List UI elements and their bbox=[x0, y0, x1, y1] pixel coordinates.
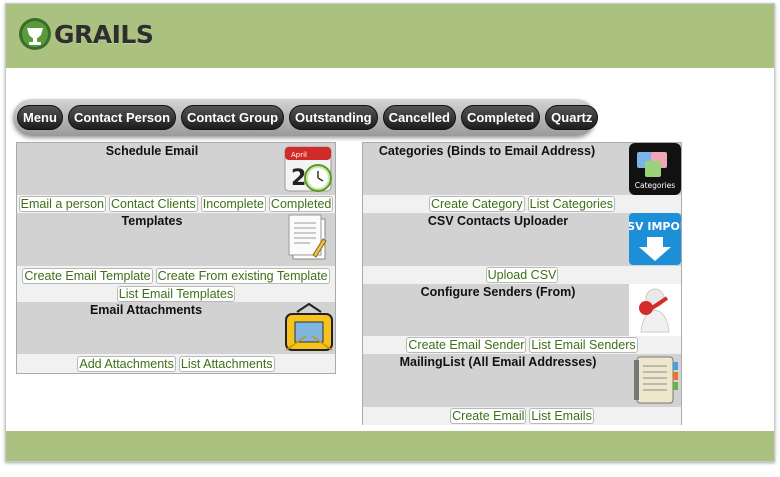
grails-cup-icon bbox=[19, 18, 51, 50]
upload-csv-link[interactable]: Upload CSV bbox=[485, 267, 559, 283]
sender-person-icon bbox=[629, 284, 681, 336]
app-frame: GRAILS Menu Contact Person Contact Group… bbox=[5, 3, 775, 462]
email-a-person-link[interactable]: Email a person bbox=[18, 196, 106, 212]
csv-uploader-section: CSV Contacts Uploader .CSV IMPORT bbox=[363, 213, 681, 266]
csv-uploader-links: Upload CSV bbox=[363, 266, 681, 284]
create-email-sender-link[interactable]: Create Email Sender bbox=[406, 337, 527, 353]
categories-section: Categories (Binds to Email Address) Cate… bbox=[363, 143, 681, 195]
mailing-list-links: Create Email List Emails bbox=[363, 407, 681, 425]
envelope-attachment-icon bbox=[285, 302, 333, 351]
create-from-existing-template-link[interactable]: Create From existing Template bbox=[155, 267, 330, 284]
nav-outstanding[interactable]: Outstanding bbox=[289, 105, 378, 130]
csv-icon-label: .CSV IMPORT bbox=[629, 220, 681, 233]
address-book-icon bbox=[634, 356, 678, 404]
email-attachments-section: Email Attachments bbox=[17, 302, 335, 354]
list-categories-link[interactable]: List Categories bbox=[527, 196, 616, 212]
categories-links: Create Category List Categories bbox=[363, 195, 681, 213]
section-title: Email Attachments bbox=[89, 303, 203, 317]
create-email-link[interactable]: Create Email bbox=[450, 408, 527, 424]
create-email-template-link[interactable]: Create Email Template bbox=[22, 267, 153, 284]
categories-icon-label: Categories bbox=[635, 181, 676, 190]
add-attachments-link[interactable]: Add Attachments bbox=[77, 355, 176, 372]
email-attachments-links: Add Attachments List Attachments bbox=[17, 354, 335, 373]
csv-import-icon: .CSV IMPORT bbox=[629, 213, 681, 265]
create-category-link[interactable]: Create Category bbox=[428, 196, 525, 212]
templates-links-row2: List Email Templates bbox=[17, 285, 335, 302]
section-title: Templates bbox=[121, 214, 183, 228]
list-emails-link[interactable]: List Emails bbox=[529, 408, 594, 424]
configure-senders-links: Create Email Sender List Email Senders bbox=[363, 336, 681, 354]
section-title: Schedule Email bbox=[105, 144, 199, 158]
section-title: Configure Senders (From) bbox=[420, 285, 576, 299]
calendar-clock-icon: April 2 bbox=[284, 146, 332, 192]
nav-quartz[interactable]: Quartz bbox=[545, 105, 599, 130]
list-email-templates-link[interactable]: List Email Templates bbox=[116, 285, 236, 302]
incomplete-link[interactable]: Incomplete bbox=[200, 196, 266, 212]
footer bbox=[6, 431, 774, 461]
section-title: MailingList (All Email Addresses) bbox=[399, 355, 597, 369]
grails-logo[interactable]: GRAILS bbox=[18, 16, 154, 52]
configure-senders-section: Configure Senders (From) bbox=[363, 284, 681, 336]
schedule-email-section: Schedule Email April 2 bbox=[17, 143, 335, 195]
nav-menu[interactable]: Menu bbox=[17, 105, 63, 130]
nav-completed[interactable]: Completed bbox=[461, 105, 541, 130]
schedule-email-links: Email a person Contact Clients Incomplet… bbox=[17, 195, 335, 213]
svg-text:April: April bbox=[291, 151, 307, 159]
templates-links-row1: Create Email Template Create From existi… bbox=[17, 266, 335, 285]
header: GRAILS bbox=[6, 4, 774, 68]
nav-contact-person[interactable]: Contact Person bbox=[67, 105, 177, 130]
left-panel: Schedule Email April 2 Email a person Co… bbox=[16, 142, 336, 374]
nav-contact-group[interactable]: Contact Group bbox=[181, 105, 285, 130]
right-panel: Categories (Binds to Email Address) Cate… bbox=[362, 142, 682, 425]
templates-section: Templates bbox=[17, 213, 335, 266]
mailing-list-section: MailingList (All Email Addresses) bbox=[363, 354, 681, 407]
main-nav: Menu Contact Person Contact Group Outsta… bbox=[13, 99, 599, 136]
contact-clients-link[interactable]: Contact Clients bbox=[109, 196, 198, 212]
section-title: CSV Contacts Uploader bbox=[427, 214, 569, 228]
nav-cancelled[interactable]: Cancelled bbox=[382, 105, 456, 130]
brand-name: GRAILS bbox=[54, 19, 154, 49]
completed-link[interactable]: Completed bbox=[268, 196, 334, 212]
categories-icon: Categories bbox=[629, 143, 681, 195]
document-template-icon bbox=[288, 214, 327, 260]
list-attachments-link[interactable]: List Attachments bbox=[178, 355, 275, 372]
section-title: Categories (Binds to Email Address) bbox=[378, 144, 596, 158]
list-email-senders-link[interactable]: List Email Senders bbox=[529, 337, 638, 353]
